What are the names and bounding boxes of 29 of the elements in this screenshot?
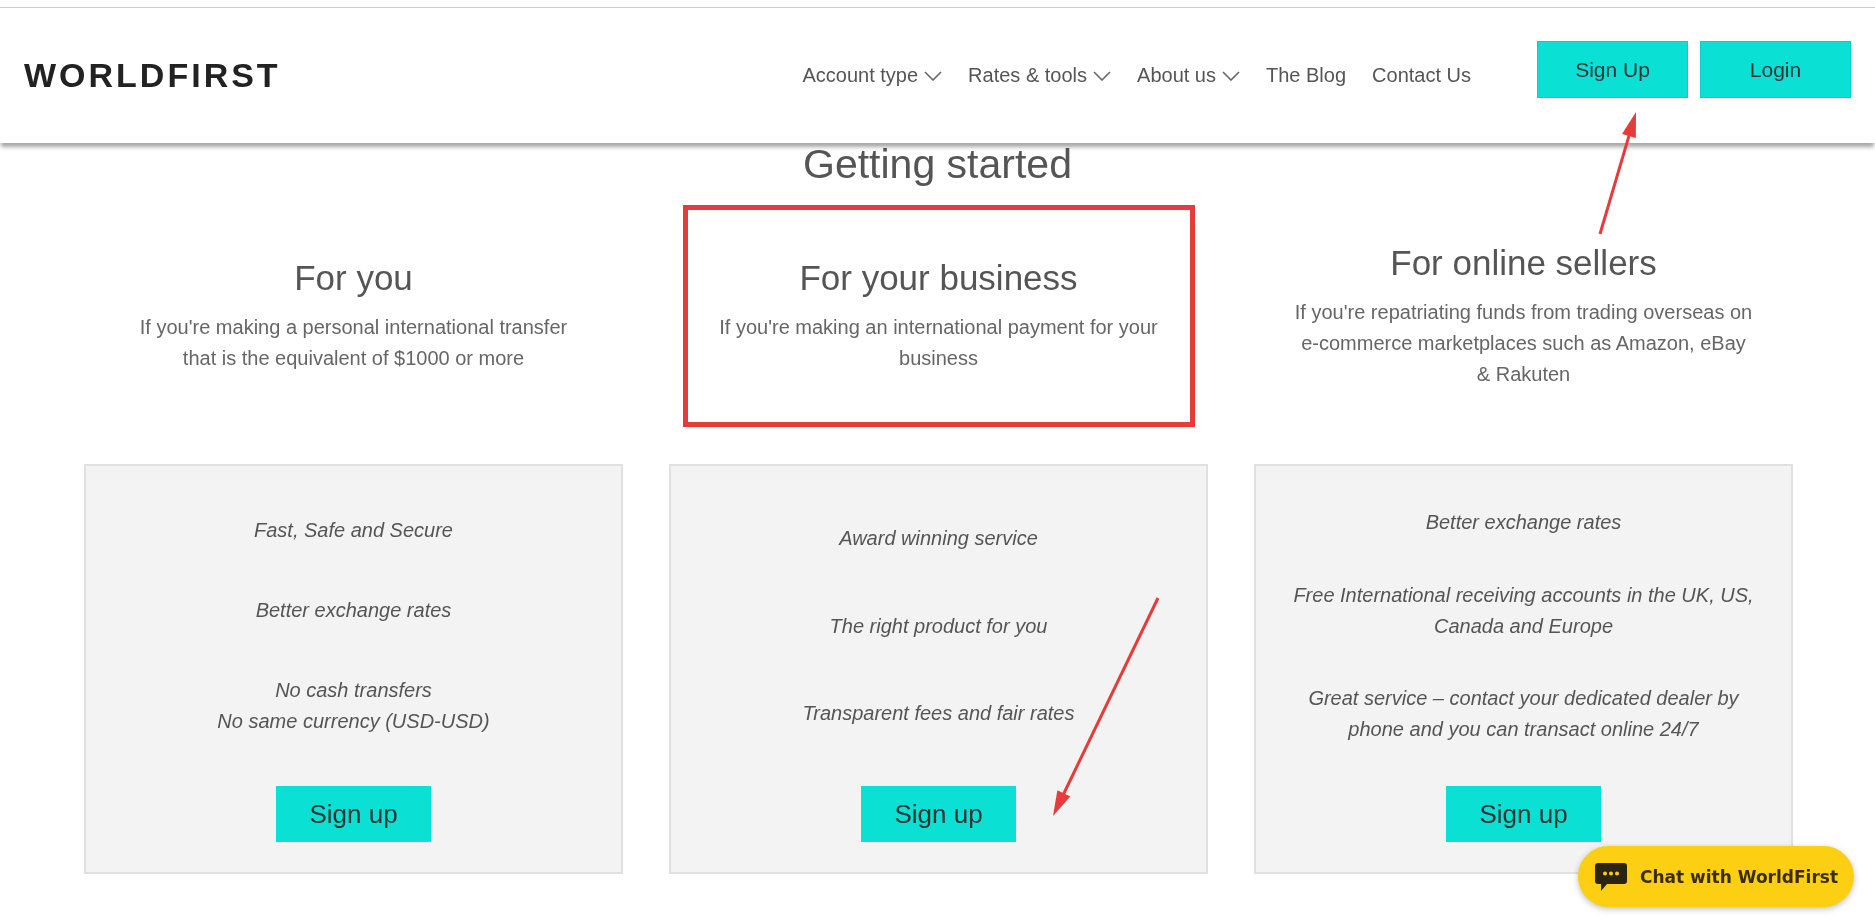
feature-text: Better exchange rates — [1425, 510, 1622, 536]
feature-text: Free International receiving accounts in the UK, US, Canada and Europe — [1292, 582, 1755, 639]
page-title: Getting started — [802, 141, 1073, 188]
feature-text: Transparent fees and fair rates — [802, 701, 1075, 727]
feature-text: The right product for you — [829, 613, 1048, 639]
feature-text: Great service – contact your dedicated dealer by phone and you can transact online 24/7 — [1307, 685, 1741, 742]
nav-link[interactable]: Account type — [802, 64, 943, 87]
nav-link[interactable]: About us — [1137, 64, 1240, 87]
nav-link[interactable]: Contact Us — [1372, 64, 1471, 87]
sign-up-button[interactable]: Sign up — [1446, 786, 1601, 842]
nav-link[interactable]: Rates & tools — [968, 64, 1112, 87]
login-button[interactable]: Login — [1700, 41, 1851, 98]
sign-up-button[interactable]: Sign up — [276, 786, 431, 842]
sign-up-button[interactable]: Sign up — [861, 786, 1016, 842]
sign-up-button[interactable]: Sign Up — [1537, 41, 1688, 98]
column-description: If you're repatriating funds from trading overseas on e-commerce marketplaces such as Amazon, eBay & Rakuten — [1293, 299, 1754, 387]
column-description: If you're making an international payment for your business — [718, 315, 1159, 371]
column-heading: For your business — [799, 258, 1078, 298]
feature-text: Better exchange rates — [255, 598, 452, 623]
feature-text: Award winning service — [839, 525, 1038, 551]
nav-link[interactable]: The Blog — [1266, 64, 1347, 87]
chat-button[interactable]: Chat with WorldFirst — [1578, 846, 1854, 907]
column-heading: For you — [294, 258, 413, 298]
column-heading: For online sellers — [1390, 242, 1657, 283]
feature-text: Fast, Safe and Secure — [254, 518, 453, 543]
chat-bubble-icon — [1593, 861, 1628, 892]
feature-text: No cash transfers No same currency (USD-USD) — [217, 678, 490, 734]
column-description: If you're making a personal international transfer that is the equivalent of $1000 or more — [138, 315, 569, 371]
logo[interactable]: WORLDFIRST — [24, 56, 281, 95]
